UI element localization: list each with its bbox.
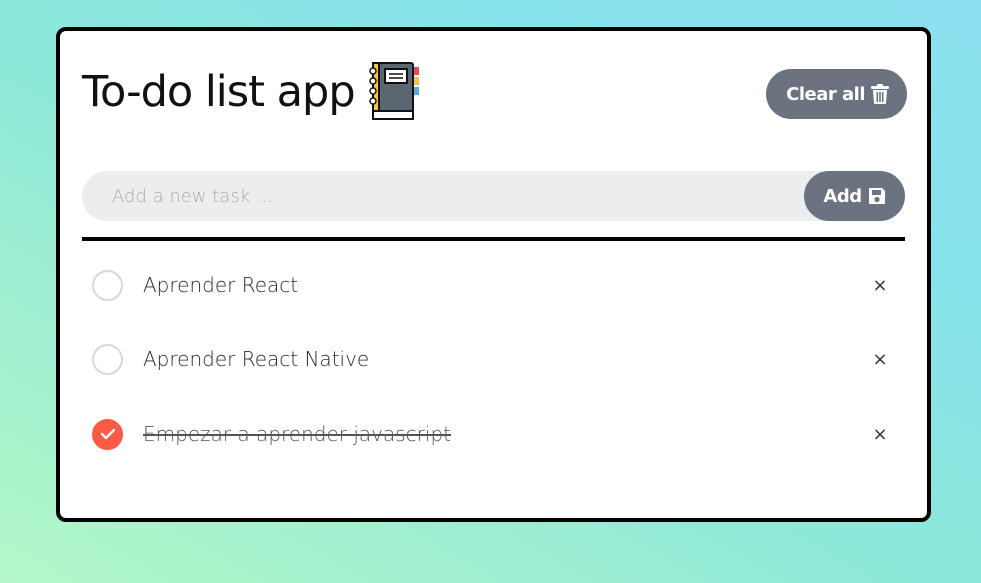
task-item: Aprender React Native × <box>92 341 892 377</box>
page-title: To-do list app <box>82 67 356 117</box>
notebook-icon <box>368 62 419 120</box>
checkmark-icon <box>100 428 115 440</box>
close-icon: × <box>872 348 888 370</box>
task-checkbox[interactable] <box>92 418 123 450</box>
clear-all-label: Clear all <box>786 83 865 105</box>
task-label: Aprender React <box>143 273 299 297</box>
delete-task-button[interactable]: × <box>868 422 892 446</box>
new-task-input[interactable] <box>82 171 782 221</box>
task-checkbox[interactable] <box>92 343 123 375</box>
todo-card: To-do list app Clear all Add a new task … <box>56 27 931 522</box>
task-checkbox[interactable] <box>92 269 123 301</box>
clear-all-button[interactable]: Clear all <box>766 69 907 119</box>
header: To-do list app <box>82 61 423 123</box>
trash-icon <box>871 84 889 104</box>
delete-task-button[interactable]: × <box>868 347 892 371</box>
add-label: Add <box>823 185 862 207</box>
new-task-bar: Add <box>82 171 905 221</box>
divider <box>82 237 905 241</box>
close-icon: × <box>872 274 888 296</box>
task-item: Aprender React × <box>92 267 892 303</box>
close-icon: × <box>872 423 888 445</box>
floppy-disk-icon <box>868 188 885 204</box>
delete-task-button[interactable]: × <box>868 273 892 297</box>
task-item: Empezar a aprender javascript × <box>92 416 892 452</box>
task-label: Aprender React Native <box>143 347 370 371</box>
add-task-button[interactable]: Add <box>804 171 905 221</box>
task-label: Empezar a aprender javascript <box>143 422 451 446</box>
